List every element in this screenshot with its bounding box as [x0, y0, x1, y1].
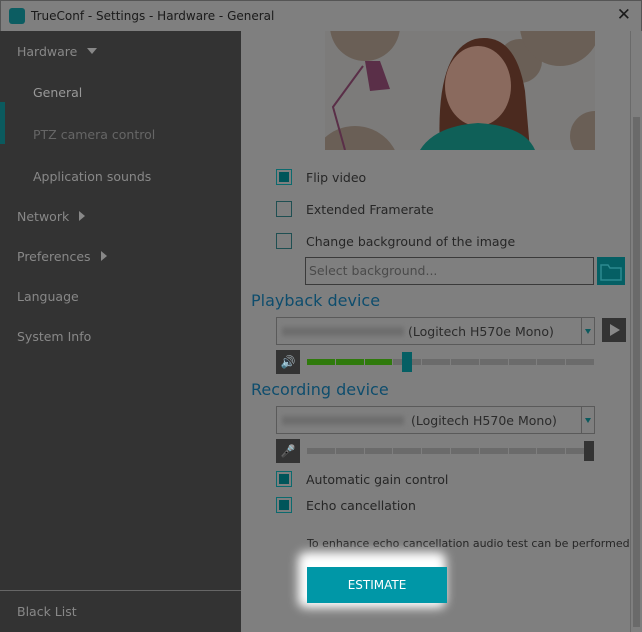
sidebar-item-preferences[interactable]: Preferences — [17, 249, 107, 264]
sidebar-item-system-info[interactable]: System Info — [17, 329, 91, 344]
slider-segment — [450, 448, 479, 454]
automatic-gain-control-label: Automatic gain control — [306, 472, 449, 487]
window-title: TrueConf - Settings - Hardware - General — [31, 9, 275, 23]
slider-segment — [393, 448, 422, 454]
camera-preview-illustration — [325, 31, 595, 150]
blurred-device-name — [282, 327, 404, 336]
slider-segment — [422, 448, 450, 454]
recording-device-select[interactable]: (Logitech H570e Mono) — [276, 406, 595, 434]
speaker-icon[interactable]: 🔊 — [276, 350, 300, 374]
sidebar-item-language[interactable]: Language — [17, 289, 79, 304]
scrollbar[interactable] — [630, 31, 642, 632]
flip-video-checkbox[interactable] — [276, 169, 292, 185]
title-bar: TrueConf - Settings - Hardware - General… — [0, 0, 642, 31]
close-icon[interactable]: ✕ — [617, 5, 631, 25]
echo-test-note: To enhance echo cancellation audio test … — [307, 537, 630, 550]
selected-indicator — [0, 102, 5, 144]
chevron-right-icon — [100, 251, 107, 261]
playback-volume-slider[interactable] — [307, 352, 594, 372]
folder-icon[interactable] — [597, 257, 625, 285]
slider-segment — [450, 359, 479, 365]
playback-device-heading: Playback device — [251, 291, 381, 310]
blurred-device-name — [282, 416, 404, 425]
recording-device-value: (Logitech H570e Mono) — [411, 413, 557, 428]
change-background-label: Change background of the image — [306, 234, 516, 249]
scrollbar-thumb[interactable] — [633, 117, 640, 627]
recording-device-heading: Recording device — [251, 380, 389, 399]
slider-segment — [364, 359, 393, 365]
recording-volume-slider[interactable] — [307, 441, 594, 461]
slider-segment — [335, 359, 364, 365]
sidebar-item-label: Hardware — [17, 44, 78, 59]
estimate-button[interactable]: ESTIMATE — [307, 567, 447, 603]
microphone-icon[interactable]: 🎤 — [276, 439, 300, 463]
sidebar-item-network[interactable]: Network — [17, 209, 86, 224]
echo-cancellation-checkbox[interactable] — [276, 497, 292, 513]
play-test-button[interactable] — [602, 318, 626, 342]
background-input[interactable]: Select background... — [305, 257, 594, 285]
sidebar-item-general[interactable]: General — [33, 85, 82, 100]
sidebar-item-label: Network — [17, 209, 70, 224]
echo-cancellation-label: Echo cancellation — [306, 498, 416, 513]
slider-segment — [479, 448, 508, 454]
extended-framerate-label: Extended Framerate — [306, 202, 434, 217]
automatic-gain-control-checkbox[interactable] — [276, 471, 292, 487]
extended-framerate-checkbox[interactable] — [276, 201, 292, 217]
playback-device-select[interactable]: (Logitech H570e Mono) — [276, 317, 595, 345]
sidebar-item-ptz-camera-control: PTZ camera control — [33, 127, 156, 142]
sidebar-item-label: Preferences — [17, 249, 91, 264]
slider-segment — [566, 359, 594, 365]
slider-segment — [307, 359, 335, 365]
slider-segment — [479, 359, 508, 365]
settings-content: Flip video Extended Framerate Change bac… — [241, 31, 630, 632]
playback-device-value: (Logitech H570e Mono) — [408, 324, 554, 339]
divider — [0, 590, 241, 591]
slider-handle[interactable] — [584, 441, 594, 461]
slider-segment — [307, 448, 335, 454]
chevron-down-icon[interactable] — [581, 407, 594, 433]
slider-segment — [508, 359, 537, 365]
chevron-down-icon[interactable] — [581, 318, 594, 344]
chevron-down-icon — [87, 48, 98, 54]
slider-segment — [537, 448, 566, 454]
slider-segment — [335, 448, 364, 454]
sidebar-item-application-sounds[interactable]: Application sounds — [33, 169, 151, 184]
chevron-right-icon — [79, 211, 86, 221]
slider-handle[interactable] — [402, 352, 413, 372]
sidebar-item-hardware[interactable]: Hardware — [17, 44, 98, 59]
trueconf-logo-icon — [9, 8, 25, 24]
flip-video-label: Flip video — [306, 170, 367, 185]
sidebar: Hardware General PTZ camera control Appl… — [0, 31, 241, 632]
slider-segment — [508, 448, 537, 454]
slider-segment — [422, 359, 450, 365]
change-background-checkbox[interactable] — [276, 233, 292, 249]
slider-segment — [537, 359, 566, 365]
slider-segment — [364, 448, 393, 454]
sidebar-item-black-list[interactable]: Black List — [17, 604, 77, 619]
